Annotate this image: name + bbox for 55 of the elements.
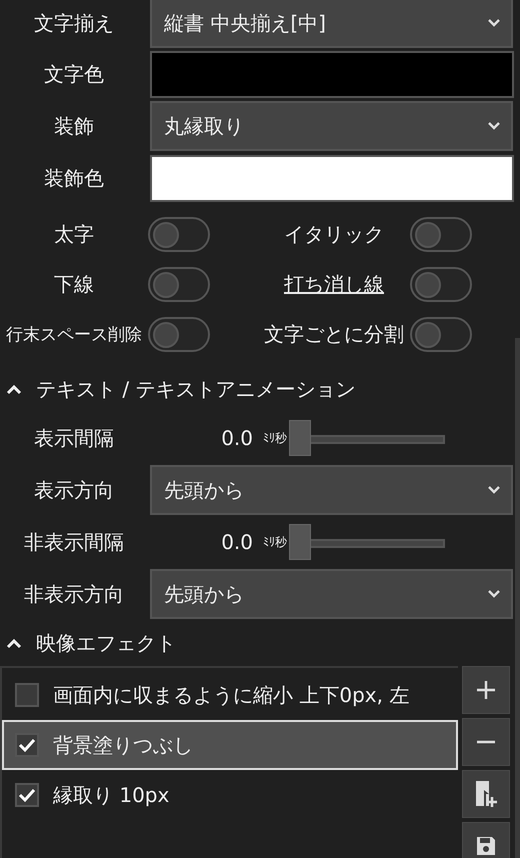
toggle-switch[interactable] (410, 267, 472, 302)
field-label: 表示間隔 (33, 424, 115, 452)
dropdown[interactable]: 縦書 中央揃え[中] (150, 0, 513, 48)
effect-item[interactable]: 縁取り 10px (2, 770, 458, 820)
slider-value: 0.0 (220, 426, 253, 450)
save-icon (475, 835, 497, 857)
field-label: 装飾 (53, 112, 95, 140)
scrollbar[interactable] (515, 338, 520, 858)
checkbox[interactable] (15, 733, 39, 757)
field-label: 文字揃え (33, 10, 115, 36)
toggle-label: イタリック (283, 221, 385, 248)
toggle-label: 文字ごとに分割 (263, 321, 405, 348)
chevron-down-icon (487, 18, 501, 28)
toggle-switch[interactable] (148, 317, 210, 352)
unit-label: ﾐﾘ秒 (263, 430, 287, 446)
chevron-down-icon (487, 121, 501, 131)
save-button[interactable] (462, 822, 510, 858)
chevron-up-icon[interactable] (6, 384, 22, 394)
add-button[interactable] (462, 666, 510, 714)
toggle-label: 打ち消し線 (283, 271, 385, 298)
section-header[interactable]: 映像エフェクト (36, 630, 176, 656)
checkbox[interactable] (15, 783, 39, 807)
minus-icon (476, 740, 496, 744)
toggle-switch[interactable] (148, 217, 210, 252)
field-label: 非表示間隔 (23, 528, 125, 556)
remove-button[interactable] (462, 718, 510, 766)
dropdown[interactable]: 丸縁取り (150, 101, 513, 151)
section-header[interactable]: テキスト / テキストアニメーション (36, 376, 356, 402)
bookmark-plus-icon (474, 780, 498, 808)
toggle-switch[interactable] (148, 267, 210, 302)
checkbox[interactable] (15, 683, 39, 707)
chevron-down-icon (487, 485, 501, 495)
effect-item[interactable]: 背景塗りつぶし (2, 720, 458, 770)
toggle-switch[interactable] (410, 217, 472, 252)
chevron-down-icon (487, 589, 501, 599)
toggle-label: 行末スペース削除 (5, 324, 143, 346)
slider-value: 0.0 (220, 530, 253, 554)
color-swatch[interactable] (150, 50, 514, 98)
toggle-label: 下線 (53, 271, 95, 298)
dropdown[interactable]: 先頭から (150, 465, 513, 515)
color-swatch[interactable] (150, 154, 514, 202)
field-label: 表示方向 (33, 476, 115, 504)
add-preset-button[interactable] (462, 770, 510, 818)
effect-item[interactable]: 画面内に収まるように縮小 上下0px, 左 (2, 670, 458, 720)
slider-thumb[interactable] (289, 524, 311, 560)
chevron-up-icon[interactable] (6, 638, 22, 648)
plus-icon (476, 680, 496, 700)
field-label: 装飾色 (43, 164, 105, 192)
unit-label: ﾐﾘ秒 (263, 534, 287, 550)
field-label: 非表示方向 (23, 580, 125, 608)
dropdown[interactable]: 先頭から (150, 569, 513, 619)
field-label: 文字色 (43, 60, 105, 88)
slider-thumb[interactable] (289, 420, 311, 456)
toggle-label: 太字 (53, 221, 95, 248)
toggle-switch[interactable] (410, 317, 472, 352)
